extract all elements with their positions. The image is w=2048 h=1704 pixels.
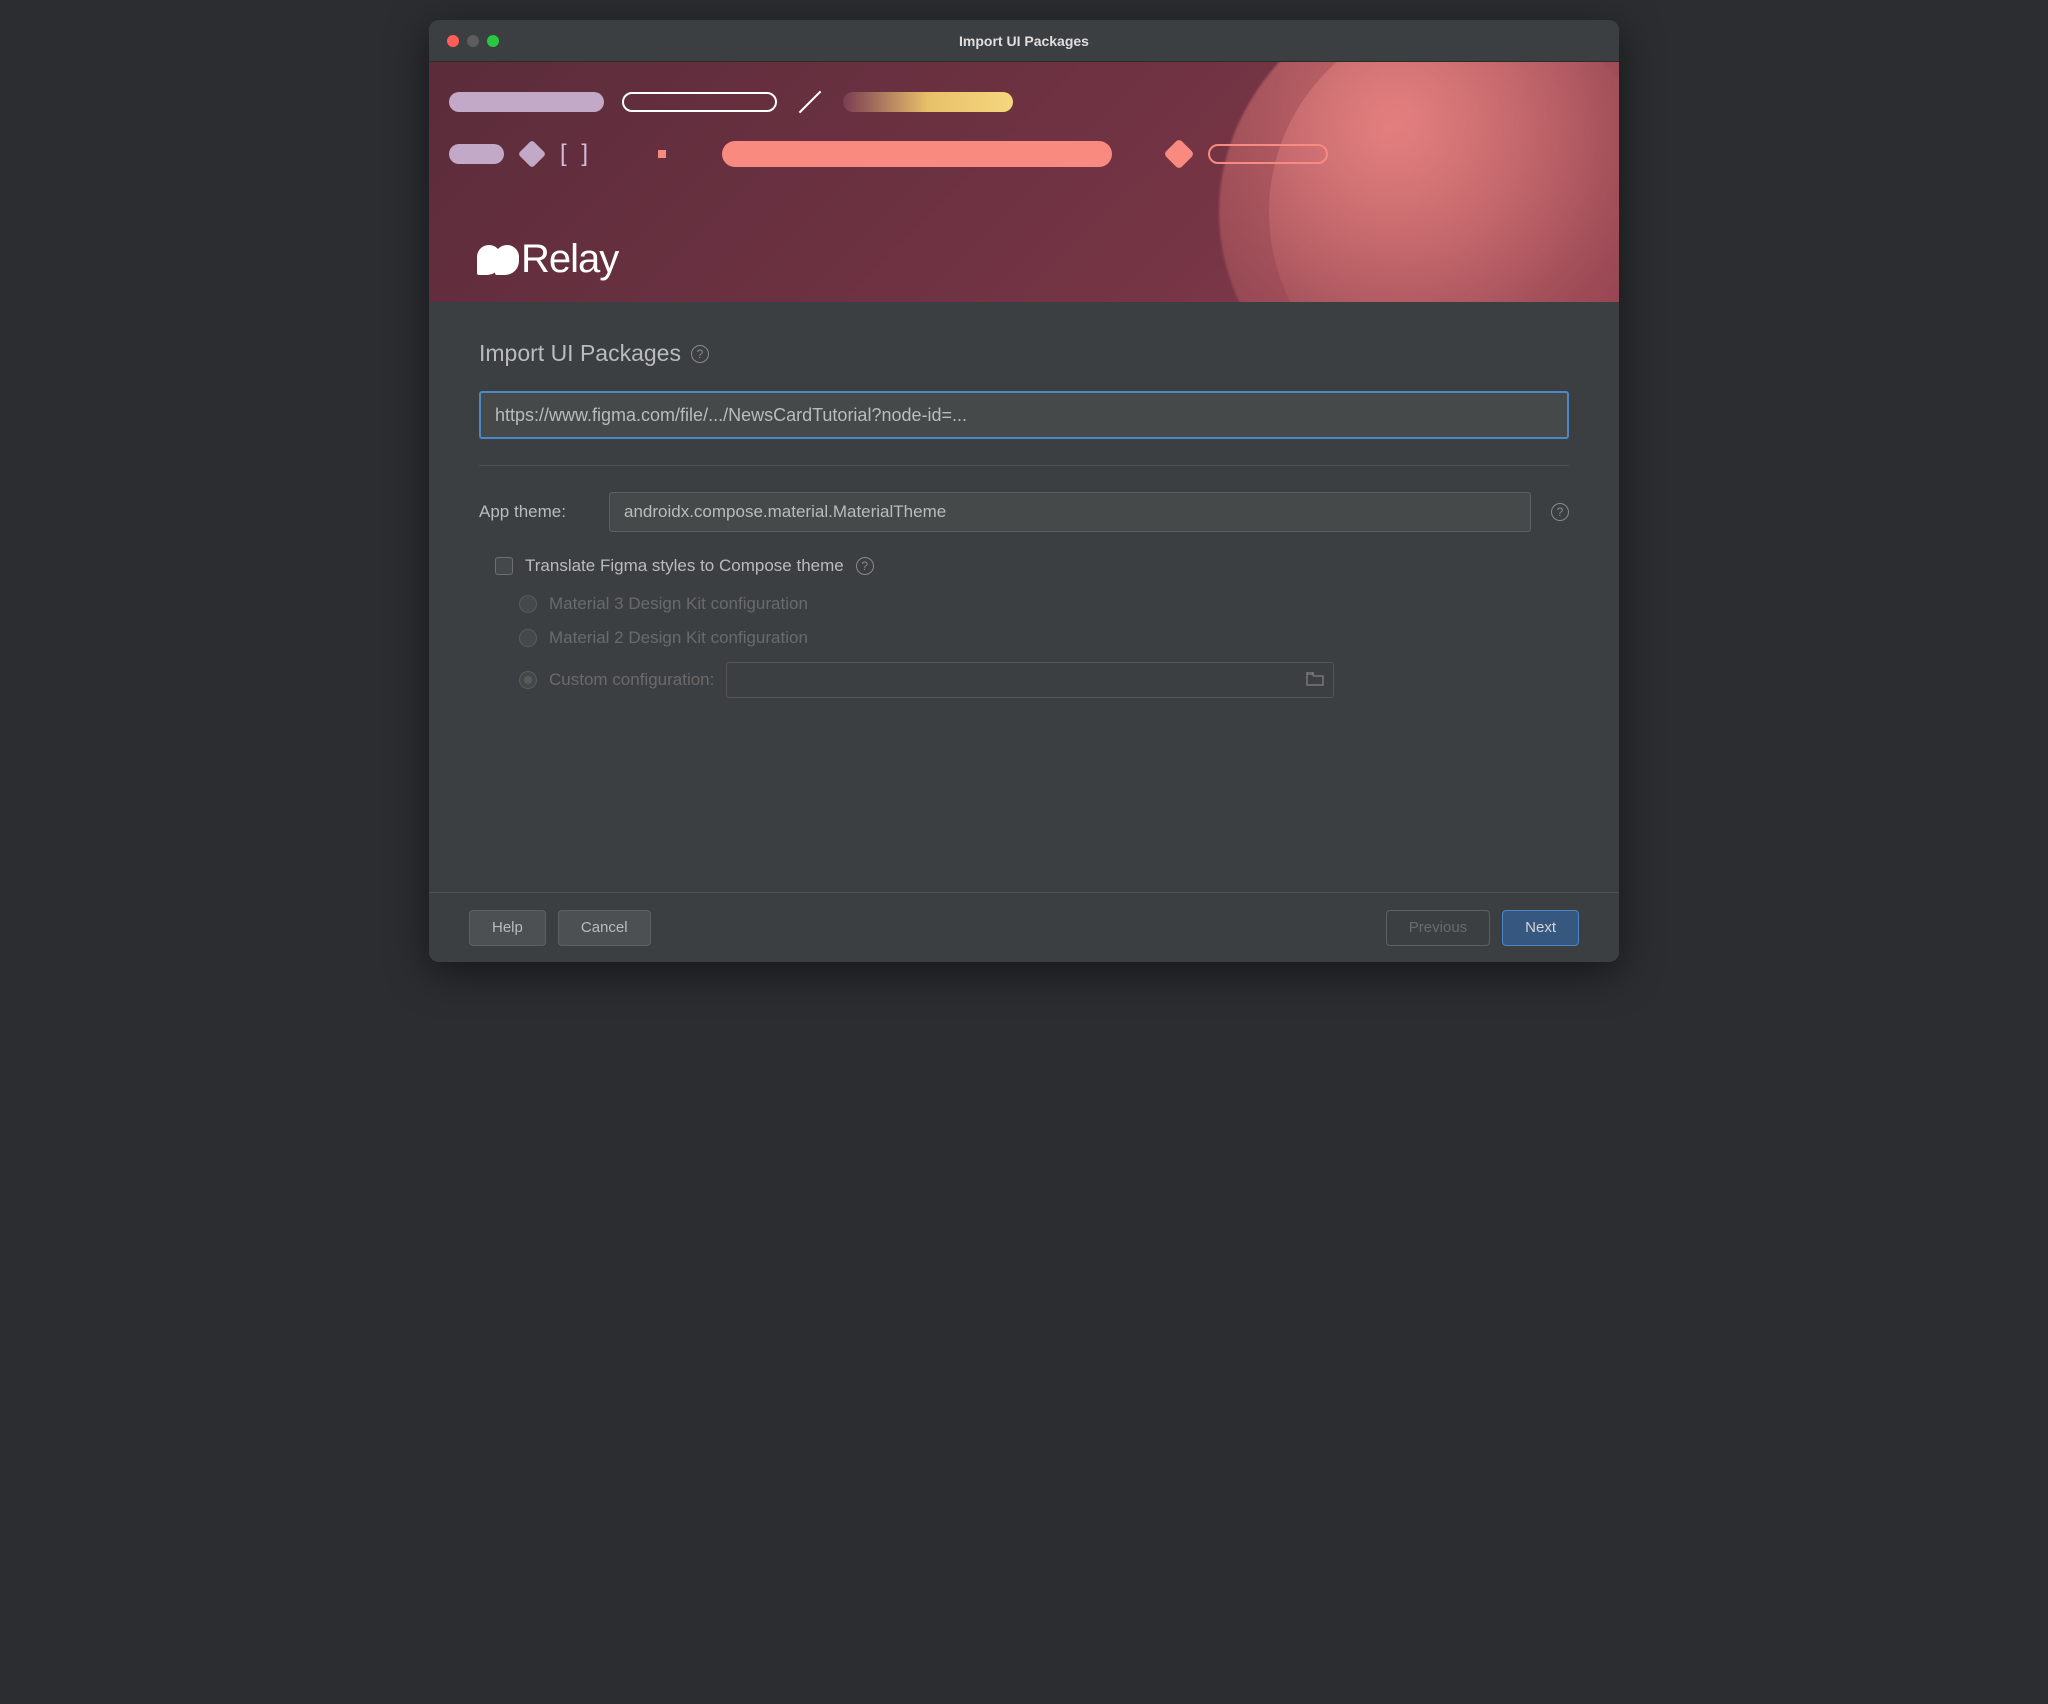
config-radio-group: Material 3 Design Kit configuration Mate… [519, 594, 1569, 698]
section-header: Import UI Packages ? [479, 340, 1569, 367]
custom-config-radio-label: Custom configuration: [549, 670, 714, 690]
relay-brand-text: Relay [521, 237, 618, 282]
help-icon[interactable]: ? [1551, 503, 1569, 521]
custom-config-radio [519, 671, 537, 689]
folder-icon [1306, 672, 1326, 688]
figma-url-input[interactable] [479, 391, 1569, 439]
material3-radio-row: Material 3 Design Kit configuration [519, 594, 1569, 614]
material3-radio-label: Material 3 Design Kit configuration [549, 594, 808, 614]
maximize-window-button[interactable] [487, 35, 499, 47]
titlebar: Import UI Packages [429, 20, 1619, 62]
help-icon[interactable]: ? [691, 345, 709, 363]
window-controls [429, 35, 499, 47]
section-title: Import UI Packages [479, 340, 681, 367]
cancel-button[interactable]: Cancel [558, 910, 651, 946]
relay-icon [477, 245, 513, 275]
material2-radio-row: Material 2 Design Kit configuration [519, 628, 1569, 648]
dialog-footer: Help Cancel Previous Next [429, 892, 1619, 962]
relay-logo: Relay [477, 237, 618, 282]
app-theme-input[interactable] [609, 492, 1531, 532]
next-button[interactable]: Next [1502, 910, 1579, 946]
material3-radio [519, 595, 537, 613]
material2-radio-label: Material 2 Design Kit configuration [549, 628, 808, 648]
previous-button: Previous [1386, 910, 1490, 946]
custom-config-radio-row: Custom configuration: [519, 662, 1569, 698]
divider [479, 465, 1569, 466]
translate-checkbox[interactable] [495, 557, 513, 575]
app-theme-row: App theme: ? [479, 492, 1569, 532]
help-button[interactable]: Help [469, 910, 546, 946]
app-theme-label: App theme: [479, 502, 589, 522]
translate-checkbox-label: Translate Figma styles to Compose theme [525, 556, 844, 576]
close-window-button[interactable] [447, 35, 459, 47]
material2-radio [519, 629, 537, 647]
dialog-content: Import UI Packages ? App theme: ? Transl… [429, 302, 1619, 892]
translate-checkbox-row: Translate Figma styles to Compose theme … [495, 556, 1569, 576]
custom-config-input [726, 662, 1334, 698]
help-icon[interactable]: ? [856, 557, 874, 575]
window-title: Import UI Packages [429, 33, 1619, 49]
hero-banner: [ ] Relay [429, 62, 1619, 302]
import-ui-packages-dialog: Import UI Packages [ ] [429, 20, 1619, 962]
minimize-window-button [467, 35, 479, 47]
